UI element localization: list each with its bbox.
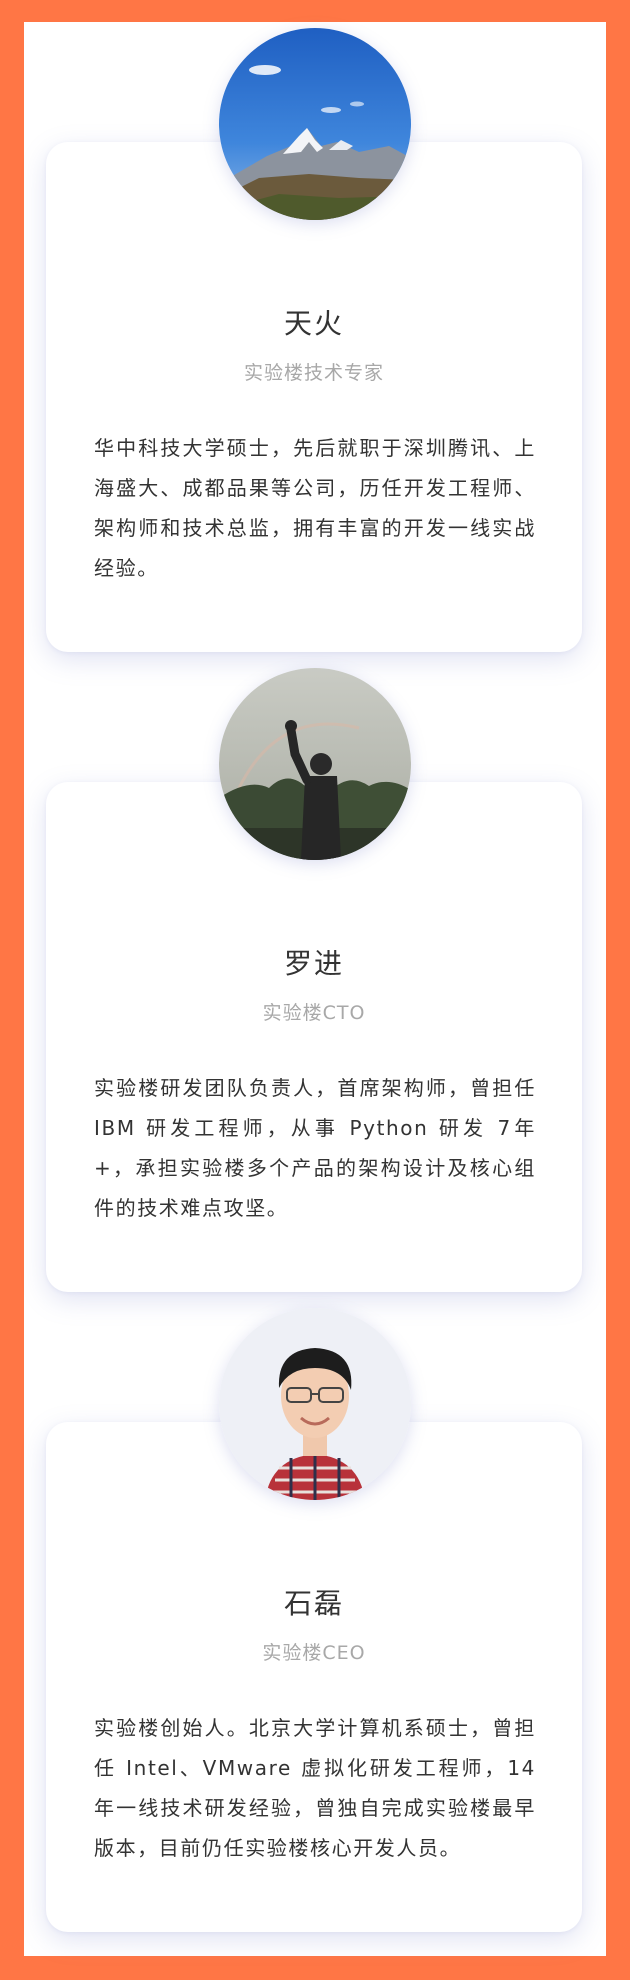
member-name: 罗进 — [283, 947, 344, 980]
snow-mountain-photo-icon — [219, 28, 411, 220]
member-bio: 实验楼创始人。北京大学计算机系硕士，曾担任 Intel、VMware 虚拟化研发… — [94, 1716, 536, 1860]
avatar — [219, 28, 411, 220]
member-name: 天火 — [283, 307, 344, 340]
member-title: 实验楼CTO — [262, 1002, 366, 1024]
member-title: 实验楼技术专家 — [243, 362, 384, 384]
avatar — [219, 1308, 411, 1500]
member-bio: 华中科技大学硕士，先后就职于深圳腾讯、上海盛大、成都品果等公司，历任开发工程师、… — [94, 436, 536, 580]
member-name: 石磊 — [283, 1587, 344, 1620]
avatar — [219, 668, 411, 860]
silhouette-fist-photo-icon — [219, 668, 411, 860]
member-bio: 实验楼研发团队负责人，首席架构师，曾担任 IBM 研发工程师，从事 Python… — [94, 1076, 536, 1220]
member-title: 实验楼CEO — [262, 1642, 366, 1664]
portrait-glasses-photo-icon — [219, 1308, 411, 1500]
